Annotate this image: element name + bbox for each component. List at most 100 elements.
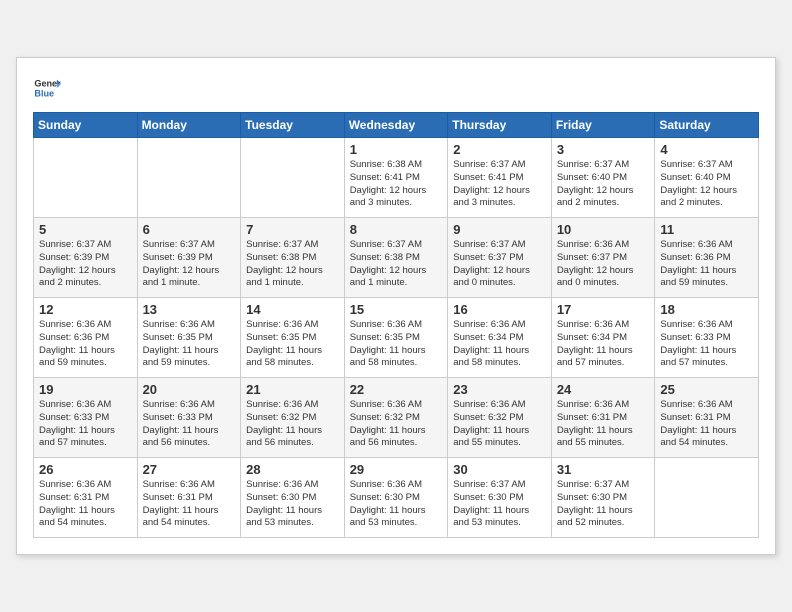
day-info: Sunrise: 6:36 AM Sunset: 6:32 PM Dayligh… [350,399,443,450]
day-cell: 6 Sunrise: 6:37 AM Sunset: 6:39 PM Daylig… [137,218,241,298]
weekday-header-wednesday: Wednesday [344,113,448,138]
day-number: 21 [246,382,339,397]
weekday-header-monday: Monday [137,113,241,138]
logo: General Blue [33,74,61,102]
day-info: Sunrise: 6:37 AM Sunset: 6:39 PM Dayligh… [39,239,132,290]
day-info: Sunrise: 6:37 AM Sunset: 6:40 PM Dayligh… [660,159,753,210]
day-info: Sunrise: 6:36 AM Sunset: 6:35 PM Dayligh… [143,319,236,370]
day-number: 23 [453,382,546,397]
day-number: 15 [350,302,443,317]
day-cell: 22 Sunrise: 6:36 AM Sunset: 6:32 PM Dayli… [344,378,448,458]
calendar-container: General Blue SundayMondayTuesdayWednesda… [16,57,776,555]
day-info: Sunrise: 6:36 AM Sunset: 6:31 PM Dayligh… [143,479,236,530]
day-info: Sunrise: 6:36 AM Sunset: 6:33 PM Dayligh… [660,319,753,370]
day-number: 10 [557,222,650,237]
day-number: 29 [350,462,443,477]
day-info: Sunrise: 6:36 AM Sunset: 6:34 PM Dayligh… [453,319,546,370]
day-cell: 13 Sunrise: 6:36 AM Sunset: 6:35 PM Dayli… [137,298,241,378]
day-info: Sunrise: 6:37 AM Sunset: 6:38 PM Dayligh… [246,239,339,290]
day-cell: 4 Sunrise: 6:37 AM Sunset: 6:40 PM Daylig… [655,138,759,218]
day-info: Sunrise: 6:36 AM Sunset: 6:30 PM Dayligh… [350,479,443,530]
day-cell: 17 Sunrise: 6:36 AM Sunset: 6:34 PM Dayli… [551,298,655,378]
day-cell: 12 Sunrise: 6:36 AM Sunset: 6:36 PM Dayli… [34,298,138,378]
day-number: 4 [660,142,753,157]
day-info: Sunrise: 6:37 AM Sunset: 6:37 PM Dayligh… [453,239,546,290]
day-cell: 10 Sunrise: 6:36 AM Sunset: 6:37 PM Dayli… [551,218,655,298]
calendar-table: SundayMondayTuesdayWednesdayThursdayFrid… [33,112,759,538]
day-cell: 8 Sunrise: 6:37 AM Sunset: 6:38 PM Daylig… [344,218,448,298]
week-row-4: 19Sunrise: 6:36 AM Sunset: 6:33 PM Dayli… [34,378,759,458]
weekday-header-sunday: Sunday [34,113,138,138]
day-info: Sunrise: 6:36 AM Sunset: 6:34 PM Dayligh… [557,319,650,370]
day-info: Sunrise: 6:36 AM Sunset: 6:33 PM Dayligh… [39,399,132,450]
day-cell: 1 Sunrise: 6:38 AM Sunset: 6:41 PM Daylig… [344,138,448,218]
day-cell: 21 Sunrise: 6:36 AM Sunset: 6:32 PM Dayli… [241,378,345,458]
day-cell: 30 Sunrise: 6:37 AM Sunset: 6:30 PM Dayli… [448,458,552,538]
day-number: 12 [39,302,132,317]
header: General Blue [33,74,759,102]
day-cell [241,138,345,218]
day-info: Sunrise: 6:37 AM Sunset: 6:41 PM Dayligh… [453,159,546,210]
day-cell: 31 Sunrise: 6:37 AM Sunset: 6:30 PM Dayli… [551,458,655,538]
day-cell: 3 Sunrise: 6:37 AM Sunset: 6:40 PM Daylig… [551,138,655,218]
day-info: Sunrise: 6:37 AM Sunset: 6:38 PM Dayligh… [350,239,443,290]
day-info: Sunrise: 6:37 AM Sunset: 6:39 PM Dayligh… [143,239,236,290]
day-number: 3 [557,142,650,157]
day-number: 28 [246,462,339,477]
day-number: 24 [557,382,650,397]
day-number: 26 [39,462,132,477]
logo-icon: General Blue [33,74,61,102]
day-number: 8 [350,222,443,237]
day-number: 22 [350,382,443,397]
day-cell: 19Sunrise: 6:36 AM Sunset: 6:33 PM Dayli… [34,378,138,458]
day-number: 13 [143,302,236,317]
day-number: 2 [453,142,546,157]
day-number: 16 [453,302,546,317]
weekday-header-friday: Friday [551,113,655,138]
day-number: 27 [143,462,236,477]
day-info: Sunrise: 6:38 AM Sunset: 6:41 PM Dayligh… [350,159,443,210]
svg-text:Blue: Blue [34,88,54,98]
day-info: Sunrise: 6:36 AM Sunset: 6:35 PM Dayligh… [350,319,443,370]
weekday-header-row: SundayMondayTuesdayWednesdayThursdayFrid… [34,113,759,138]
weekday-header-tuesday: Tuesday [241,113,345,138]
day-cell: 7 Sunrise: 6:37 AM Sunset: 6:38 PM Daylig… [241,218,345,298]
day-number: 31 [557,462,650,477]
day-info: Sunrise: 6:36 AM Sunset: 6:32 PM Dayligh… [453,399,546,450]
day-cell [655,458,759,538]
day-info: Sunrise: 6:36 AM Sunset: 6:37 PM Dayligh… [557,239,650,290]
day-info: Sunrise: 6:37 AM Sunset: 6:30 PM Dayligh… [453,479,546,530]
day-info: Sunrise: 6:36 AM Sunset: 6:32 PM Dayligh… [246,399,339,450]
day-info: Sunrise: 6:36 AM Sunset: 6:36 PM Dayligh… [39,319,132,370]
day-cell: 2 Sunrise: 6:37 AM Sunset: 6:41 PM Daylig… [448,138,552,218]
day-cell: 14Sunrise: 6:36 AM Sunset: 6:35 PM Dayli… [241,298,345,378]
weekday-header-thursday: Thursday [448,113,552,138]
week-row-1: 1 Sunrise: 6:38 AM Sunset: 6:41 PM Daylig… [34,138,759,218]
day-info: Sunrise: 6:36 AM Sunset: 6:30 PM Dayligh… [246,479,339,530]
day-info: Sunrise: 6:36 AM Sunset: 6:31 PM Dayligh… [660,399,753,450]
day-info: Sunrise: 6:37 AM Sunset: 6:30 PM Dayligh… [557,479,650,530]
day-number: 1 [350,142,443,157]
day-info: Sunrise: 6:36 AM Sunset: 6:33 PM Dayligh… [143,399,236,450]
day-cell: 27 Sunrise: 6:36 AM Sunset: 6:31 PM Dayli… [137,458,241,538]
day-info: Sunrise: 6:36 AM Sunset: 6:36 PM Dayligh… [660,239,753,290]
day-cell: 11Sunrise: 6:36 AM Sunset: 6:36 PM Dayli… [655,218,759,298]
day-number: 7 [246,222,339,237]
day-info: Sunrise: 6:36 AM Sunset: 6:31 PM Dayligh… [39,479,132,530]
day-number: 14 [246,302,339,317]
day-number: 17 [557,302,650,317]
day-cell: 5Sunrise: 6:37 AM Sunset: 6:39 PM Daylig… [34,218,138,298]
day-number: 6 [143,222,236,237]
day-cell: 29 Sunrise: 6:36 AM Sunset: 6:30 PM Dayli… [344,458,448,538]
day-cell: 23 Sunrise: 6:36 AM Sunset: 6:32 PM Dayli… [448,378,552,458]
day-info: Sunrise: 6:37 AM Sunset: 6:40 PM Dayligh… [557,159,650,210]
day-cell: 9 Sunrise: 6:37 AM Sunset: 6:37 PM Daylig… [448,218,552,298]
day-number: 18 [660,302,753,317]
day-number: 9 [453,222,546,237]
day-cell [137,138,241,218]
day-cell: 20 Sunrise: 6:36 AM Sunset: 6:33 PM Dayli… [137,378,241,458]
day-number: 20 [143,382,236,397]
day-cell: 26 Sunrise: 6:36 AM Sunset: 6:31 PM Dayli… [34,458,138,538]
day-cell: 25Sunrise: 6:36 AM Sunset: 6:31 PM Dayli… [655,378,759,458]
day-number: 30 [453,462,546,477]
